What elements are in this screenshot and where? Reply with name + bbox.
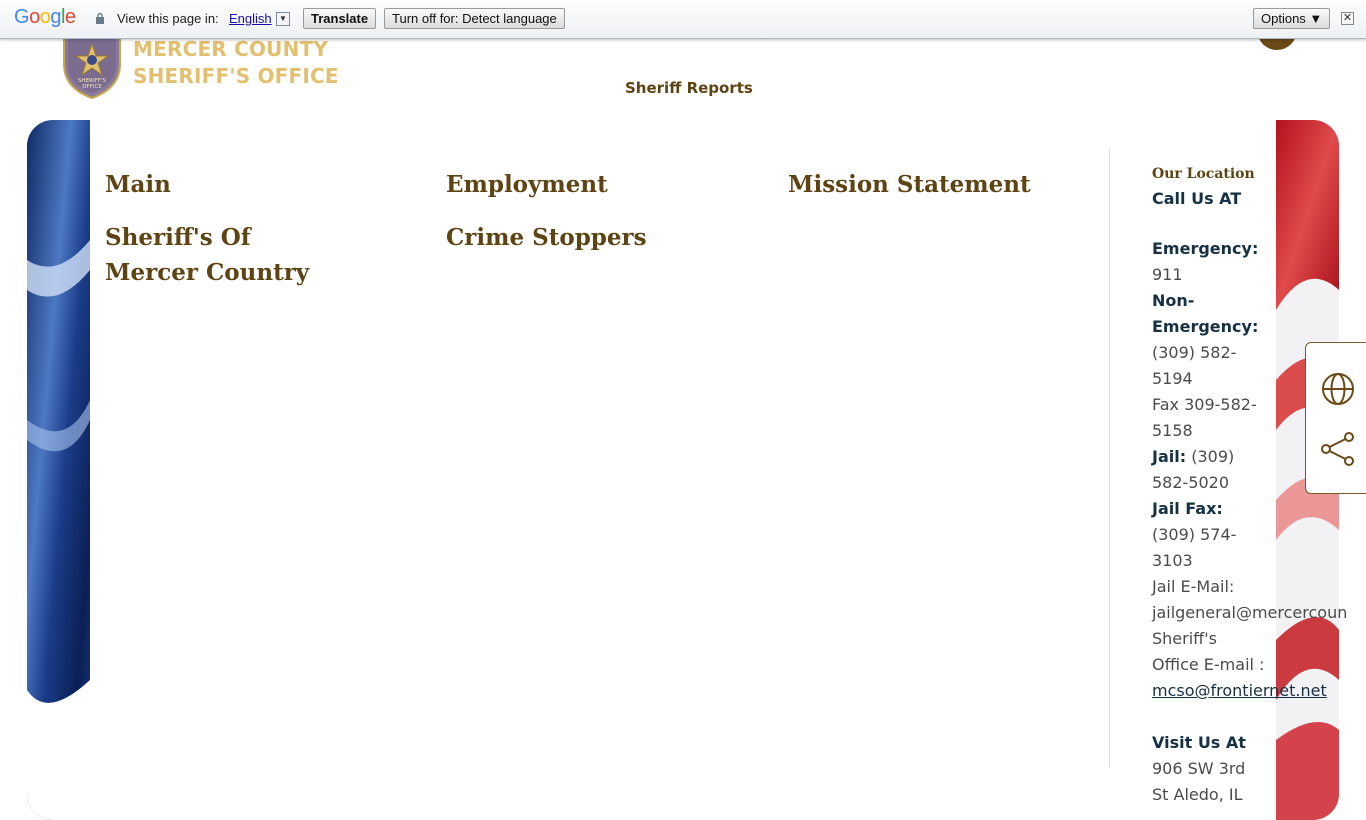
google-logo: Google xyxy=(14,6,76,28)
translate-bar: Google View this page in: English ▼ Tran… xyxy=(0,0,1366,39)
share-icon[interactable] xyxy=(1320,431,1356,467)
lock-icon xyxy=(96,12,104,24)
call-us-heading: Call Us AT xyxy=(1152,189,1242,208)
our-location-heading: Our Location xyxy=(1152,166,1255,182)
site-name-line-1: MERCER COUNTY xyxy=(133,37,329,61)
language-link[interactable]: English xyxy=(229,11,272,26)
emergency-number: 911 xyxy=(1152,265,1183,284)
menu-item-employment[interactable]: Employment xyxy=(446,167,608,202)
translate-button[interactable]: Translate xyxy=(303,8,377,29)
close-icon[interactable]: ✕ xyxy=(1341,12,1354,25)
jail-phone: Jail: (309) 582-5020 xyxy=(1152,444,1262,496)
address-line-2: St Aledo, IL xyxy=(1152,785,1243,804)
office-email-label: Sheriff's Office E-mail : xyxy=(1152,629,1265,674)
jail-email-label: Jail E-Mail: xyxy=(1152,577,1235,596)
fax-number: Fax 309-582-5158 xyxy=(1152,395,1257,440)
language-dropdown-icon[interactable]: ▼ xyxy=(276,12,290,26)
menu-item-main[interactable]: Main xyxy=(105,167,171,202)
jail-label: Jail: xyxy=(1152,447,1187,466)
address-line-1: 906 SW 3rd xyxy=(1152,759,1246,778)
translate-label: View this page in: xyxy=(117,11,219,26)
site-name[interactable]: MERCER COUNTY SHERIFF'S OFFICE xyxy=(133,36,339,90)
menu-divider xyxy=(1109,148,1110,768)
turn-off-button[interactable]: Turn off for: Detect language xyxy=(384,8,565,29)
non-emergency-number: (309) 582-5194 xyxy=(1152,343,1237,388)
menu-item-crime-stoppers[interactable]: Crime Stoppers xyxy=(446,220,647,255)
menu-item-sheriffs-of-mercer[interactable]: Sheriff's Of Mercer Country xyxy=(105,220,345,290)
jail-fax: Jail Fax: (309) 574-3103 xyxy=(1152,496,1262,574)
menu-item-mission-statement[interactable]: Mission Statement xyxy=(788,167,1031,202)
sheriff-badge-logo[interactable]: SHERIFF'S OFFICE xyxy=(60,30,124,100)
globe-icon[interactable] xyxy=(1320,371,1356,407)
nav-sheriff-reports[interactable]: Sheriff Reports xyxy=(625,79,753,97)
jail-fax-label: Jail Fax: xyxy=(1152,499,1223,518)
jail-fax-number: (309) 574-3103 xyxy=(1152,525,1237,570)
mega-menu-panel xyxy=(90,120,1276,768)
office-email-link[interactable]: mcso@frontiernet.net xyxy=(1152,678,1352,704)
badge-text-2: OFFICE xyxy=(82,84,102,90)
site-name-line-2: SHERIFF'S OFFICE xyxy=(133,64,339,88)
non-emergency-label: Non-Emergency: xyxy=(1152,291,1259,336)
side-tools-panel xyxy=(1305,342,1366,494)
visit-us-heading: Visit Us At xyxy=(1152,733,1246,752)
emergency-label: Emergency: xyxy=(1152,239,1259,258)
jail-email-link[interactable]: jailgeneral@mercercoun xyxy=(1152,600,1352,626)
options-button[interactable]: Options ▼ xyxy=(1253,8,1331,29)
blue-flag-art xyxy=(27,120,90,820)
